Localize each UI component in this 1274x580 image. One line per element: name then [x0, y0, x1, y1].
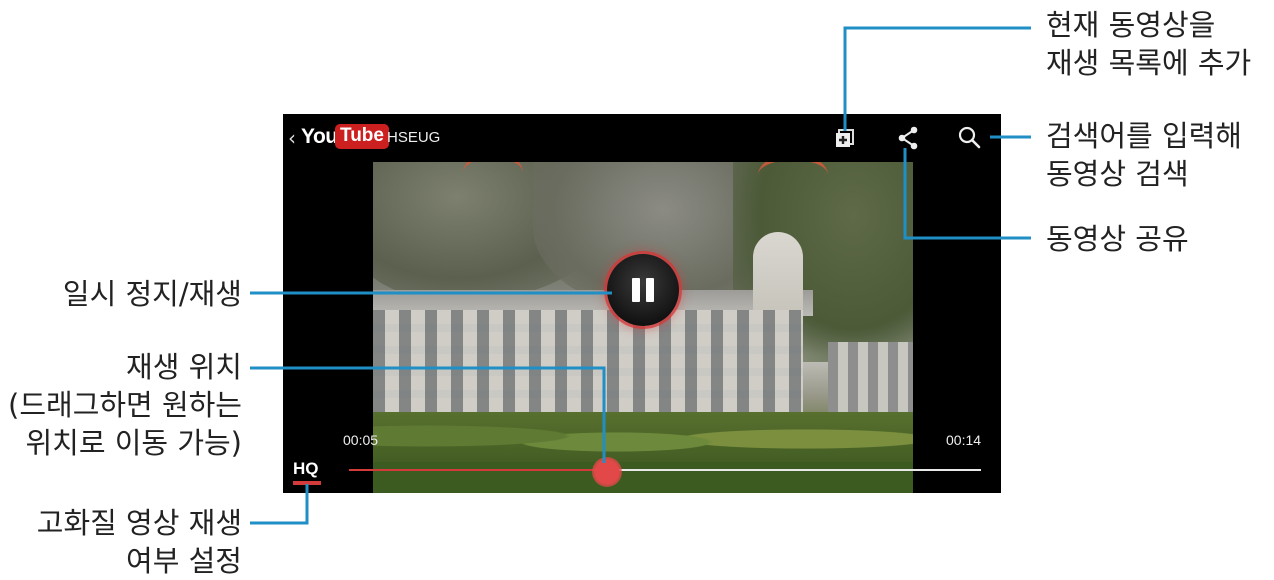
callout-line: 재생 위치 — [126, 350, 242, 384]
callout-line: 동영상 검색 — [1046, 157, 1189, 191]
callout-line: 현재 동영상을 — [1046, 8, 1216, 42]
leader-share — [903, 148, 1031, 240]
callout-search: 검색어를 입력해 동영상 검색 — [1046, 117, 1242, 193]
leader-seek — [250, 366, 606, 463]
leader-hq — [250, 484, 309, 525]
callout-line: (드래그하면 원하는 — [8, 388, 242, 422]
callout-line: 일시 정지/재생 — [62, 277, 242, 311]
leader-add-playlist — [843, 26, 1031, 131]
callout-add-to-playlist: 현재 동영상을 재생 목록에 추가 — [1046, 6, 1251, 82]
callout-line: 여부 설정 — [126, 544, 242, 578]
callout-line: 동영상 공유 — [1046, 222, 1189, 256]
callout-pause-play: 일시 정지/재생 — [63, 275, 242, 313]
callout-line: 고화질 영상 재생 — [36, 506, 242, 540]
callout-line: 위치로 이동 가능) — [25, 426, 242, 460]
callout-seek-position: 재생 위치 (드래그하면 원하는 위치로 이동 가능) — [8, 348, 242, 462]
callout-line: 검색어를 입력해 — [1046, 119, 1242, 153]
callout-share: 동영상 공유 — [1046, 220, 1189, 258]
callout-line: 재생 목록에 추가 — [1046, 46, 1252, 80]
callout-hq: 고화질 영상 재생 여부 설정 — [37, 504, 242, 580]
